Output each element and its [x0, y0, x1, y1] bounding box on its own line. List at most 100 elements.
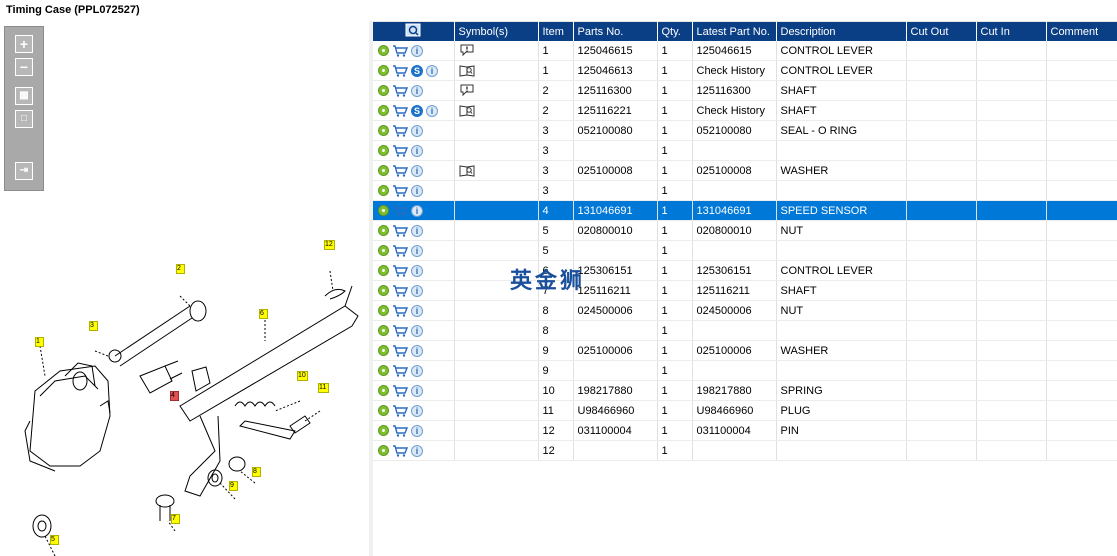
callout-8[interactable]: 8: [252, 467, 261, 477]
column-description[interactable]: Description: [776, 22, 907, 41]
callout-12[interactable]: 12: [324, 240, 335, 250]
table-row[interactable]: i 6 125306151 1 125306151 CONTROL LEVER: [373, 260, 1117, 281]
cell-latest-part-no[interactable]: 125116300: [692, 80, 777, 101]
cell-latest-part-no[interactable]: [692, 140, 777, 161]
add-to-cart-icon[interactable]: [392, 104, 411, 117]
diagram-pane[interactable]: 1 2 3 4 5 6 7 8 9 10 11 12 + − ▦ □ ⇥: [0, 21, 370, 556]
settings-gear-icon[interactable]: [378, 445, 389, 457]
actual-size-icon[interactable]: □: [15, 110, 33, 128]
info-icon[interactable]: i: [426, 64, 438, 77]
info-icon[interactable]: i: [411, 444, 423, 457]
table-row[interactable]: i 3 1: [373, 180, 1117, 201]
cell-latest-part-no[interactable]: 198217880: [692, 380, 777, 401]
add-to-cart-icon[interactable]: [392, 84, 411, 97]
add-to-cart-icon[interactable]: [392, 444, 411, 457]
cell-parts-no[interactable]: [573, 180, 658, 201]
table-row[interactable]: i 7 125116211 1 125116211 SHAFT: [373, 280, 1117, 301]
add-to-cart-icon[interactable]: [392, 404, 411, 417]
cell-parts-no[interactable]: 024500006: [573, 300, 658, 321]
settings-gear-icon[interactable]: [378, 285, 389, 297]
info-icon[interactable]: i: [411, 204, 423, 217]
cell-latest-part-no[interactable]: [692, 320, 777, 341]
settings-gear-icon[interactable]: [378, 145, 389, 157]
table-row[interactable]: i 3 025100008 1 025100008 WASHER: [373, 160, 1117, 181]
cell-parts-no[interactable]: 125306151: [573, 260, 658, 281]
cell-latest-part-no[interactable]: [692, 440, 777, 461]
cell-latest-part-no[interactable]: 031100004: [692, 420, 777, 441]
cell-latest-part-no[interactable]: 131046691: [692, 200, 777, 221]
info-icon[interactable]: i: [411, 304, 423, 317]
settings-gear-icon[interactable]: [378, 225, 389, 237]
cell-parts-no[interactable]: 125116211: [573, 280, 658, 301]
table-row[interactable]: i 8 1: [373, 320, 1117, 341]
add-to-cart-icon[interactable]: [392, 284, 411, 297]
add-to-cart-icon[interactable]: [392, 324, 411, 337]
cell-parts-no[interactable]: [573, 140, 658, 161]
history-icon[interactable]: [459, 164, 478, 177]
add-to-cart-icon[interactable]: [392, 264, 411, 277]
add-to-cart-icon[interactable]: [392, 364, 411, 377]
info-icon[interactable]: i: [411, 264, 423, 277]
add-to-cart-icon[interactable]: [392, 424, 411, 437]
column-actions[interactable]: [373, 22, 455, 41]
add-to-cart-icon[interactable]: [392, 44, 411, 57]
callout-1[interactable]: 1: [35, 337, 44, 347]
table-row[interactable]: i 3 1: [373, 140, 1117, 161]
settings-gear-icon[interactable]: [378, 265, 389, 277]
cell-parts-no[interactable]: 125046615: [573, 41, 658, 61]
add-to-cart-icon[interactable]: [392, 344, 411, 357]
table-row[interactable]: i 12 1: [373, 440, 1117, 461]
info-icon[interactable]: i: [411, 224, 423, 237]
column-comment[interactable]: Comment: [1046, 22, 1117, 41]
cell-parts-no[interactable]: [573, 240, 658, 261]
cell-parts-no[interactable]: [573, 440, 658, 461]
zoom-out-icon[interactable]: −: [15, 58, 33, 76]
cell-latest-part-no[interactable]: Check History: [692, 60, 777, 81]
info-icon[interactable]: i: [411, 244, 423, 257]
cell-latest-part-no[interactable]: 052100080: [692, 120, 777, 141]
info-icon[interactable]: i: [411, 144, 423, 157]
callout-2[interactable]: 2: [176, 264, 185, 274]
cell-parts-no[interactable]: 025100006: [573, 340, 658, 361]
table-row[interactable]: i 2 125116300 1 125116300 SHAFT: [373, 80, 1117, 101]
cell-parts-no[interactable]: 131046691: [573, 200, 658, 221]
cell-latest-part-no[interactable]: 020800010: [692, 220, 777, 241]
info-icon[interactable]: i: [411, 184, 423, 197]
search-icon[interactable]: [405, 23, 421, 40]
info-icon[interactable]: i: [411, 124, 423, 137]
settings-gear-icon[interactable]: [378, 305, 389, 317]
info-icon[interactable]: i: [411, 164, 423, 177]
add-to-cart-icon[interactable]: [392, 244, 411, 257]
cell-parts-no[interactable]: 125116300: [573, 80, 658, 101]
add-to-cart-icon[interactable]: [392, 384, 411, 397]
add-to-cart-icon[interactable]: [392, 64, 411, 77]
cell-parts-no[interactable]: 052100080: [573, 120, 658, 141]
history-icon[interactable]: [459, 64, 478, 77]
info-icon[interactable]: i: [411, 324, 423, 337]
cell-latest-part-no[interactable]: 125116211: [692, 280, 777, 301]
info-icon[interactable]: i: [411, 344, 423, 357]
column-cut-in[interactable]: Cut In: [976, 22, 1047, 41]
callout-11[interactable]: 11: [318, 383, 329, 393]
cell-parts-no[interactable]: 020800010: [573, 220, 658, 241]
settings-gear-icon[interactable]: [378, 125, 389, 137]
cell-latest-part-no[interactable]: 125306151: [692, 260, 777, 281]
callout-3[interactable]: 3: [89, 321, 98, 331]
column-latest-part-no[interactable]: Latest Part No.: [692, 22, 777, 41]
add-to-cart-icon[interactable]: [392, 224, 411, 237]
settings-gear-icon[interactable]: [378, 65, 389, 77]
callout-7[interactable]: 7: [171, 514, 180, 524]
settings-gear-icon[interactable]: [378, 185, 389, 197]
settings-gear-icon[interactable]: [378, 245, 389, 257]
column-symbols[interactable]: Symbol(s): [454, 22, 539, 41]
table-row[interactable]: Si 1 125046613 1 Check History CONTROL LEVER: [373, 60, 1117, 81]
table-row[interactable]: i 9 025100006 1 025100006 WASHER: [373, 340, 1117, 361]
settings-gear-icon[interactable]: [378, 345, 389, 357]
info-icon[interactable]: i: [411, 84, 423, 97]
add-to-cart-icon[interactable]: [392, 204, 411, 217]
cell-latest-part-no[interactable]: U98466960: [692, 400, 777, 421]
cell-parts-no[interactable]: U98466960: [573, 400, 658, 421]
cell-parts-no[interactable]: 125046613: [573, 60, 658, 81]
callout-9[interactable]: 9: [229, 481, 238, 491]
cell-latest-part-no[interactable]: Check History: [692, 100, 777, 121]
